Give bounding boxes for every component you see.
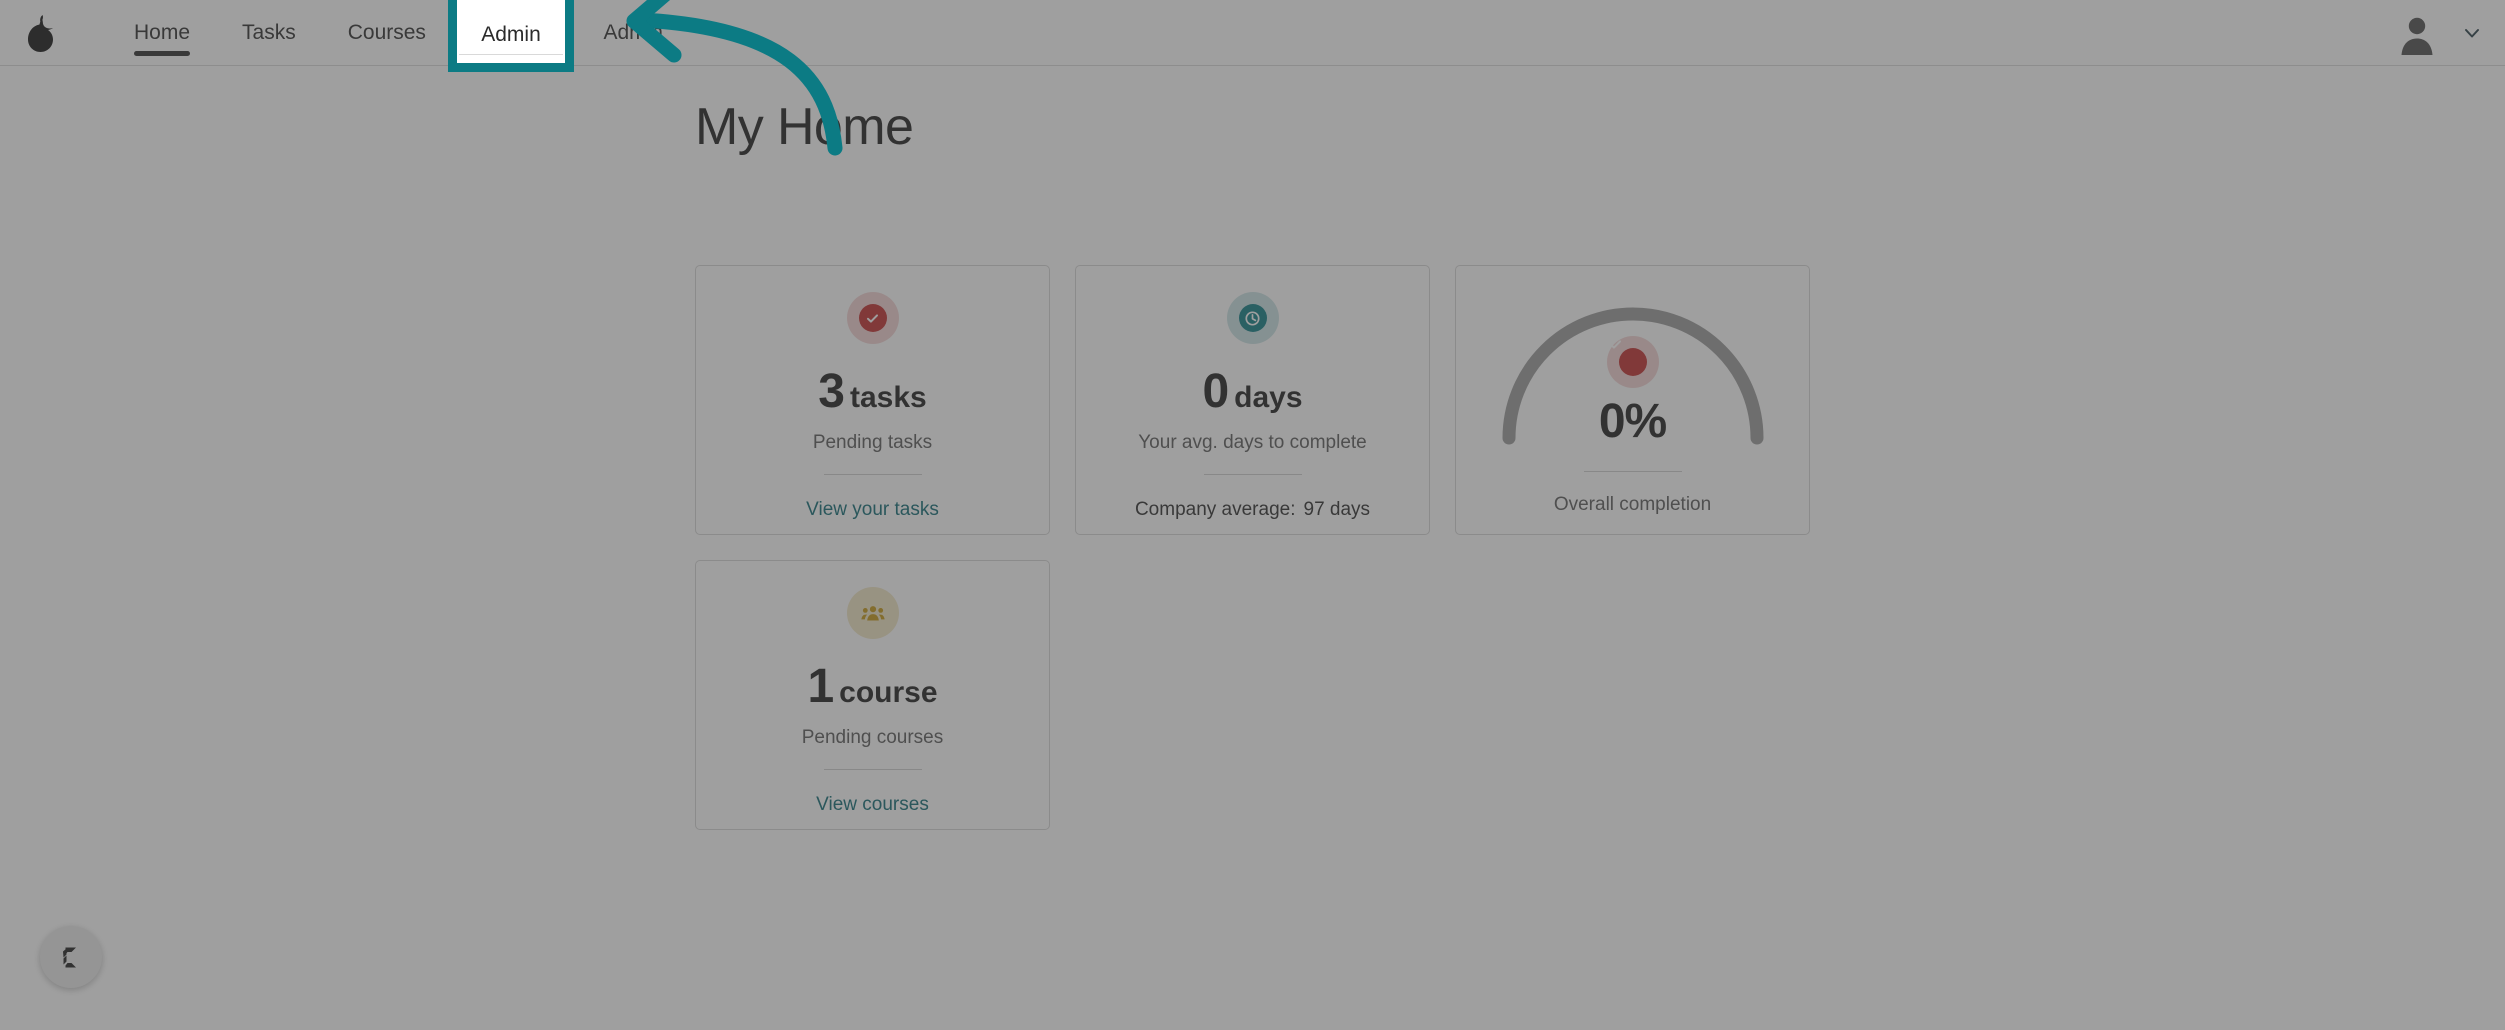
card-pending-courses[interactable]: 1 course Pending courses View courses (695, 560, 1050, 830)
stat-value-row: 3 tasks (818, 368, 926, 416)
check-circle-icon (1606, 336, 1659, 388)
view-your-tasks-link[interactable]: View your tasks (806, 499, 939, 521)
completion-gauge: 0% (1473, 288, 1793, 463)
nav-item-courses[interactable]: Courses (322, 0, 452, 46)
nav-item-admin[interactable]: Admin (577, 0, 689, 46)
chevron-down-icon[interactable] (2461, 22, 2483, 44)
company-average-row: Company average: 97 days (1135, 499, 1370, 521)
highlighted-nav-item-label: Admin (481, 23, 541, 46)
nav-item-label: Admin (603, 21, 663, 44)
pear-logo-icon[interactable] (18, 8, 68, 58)
card-overall-completion[interactable]: 0% Overall completion (1455, 265, 1810, 535)
card-subtitle: Pending courses (801, 727, 944, 748)
page-title: My Home (695, 98, 914, 156)
stat-number: 3 (818, 365, 845, 418)
stat-number: 1 (807, 660, 834, 713)
user-menu[interactable] (2395, 8, 2483, 58)
stat-unit: course (839, 676, 938, 709)
stat-value-row: 0 days (1202, 368, 1302, 416)
stat-unit: tasks (849, 381, 927, 414)
card-avg-days[interactable]: 0 days Your avg. days to complete Compan… (1075, 265, 1430, 535)
card-subtitle: Overall completion (1553, 494, 1712, 515)
nav-item-label: Home (134, 21, 191, 44)
chat-c-logo-icon[interactable] (40, 926, 102, 988)
stat-value-row: 1 course (807, 663, 937, 711)
company-average-label: Company average: (1134, 499, 1296, 520)
gauge-percent-value: 0% (1598, 395, 1667, 448)
view-courses-link[interactable]: View courses (816, 794, 929, 816)
nav-item-label: Courses (347, 21, 426, 44)
card-subtitle: Pending tasks (812, 432, 933, 453)
card-subtitle: Your avg. days to complete (1138, 432, 1367, 453)
card-divider (823, 474, 922, 475)
nav-item-tasks[interactable]: Tasks (216, 0, 322, 46)
walkthrough-highlight-admin[interactable]: Admin (448, 0, 574, 72)
nav-item-home[interactable]: Home (108, 0, 216, 56)
card-divider (823, 769, 922, 770)
dashboard-card-grid: 3 tasks Pending tasks View your tasks 0 … (695, 265, 1815, 830)
active-tab-underline (134, 51, 191, 56)
card-pending-tasks[interactable]: 3 tasks Pending tasks View your tasks (695, 265, 1050, 535)
top-navigation-bar: Home Tasks Courses Reports Admin (0, 0, 2505, 66)
stat-unit: days (1234, 381, 1303, 414)
nav-item-list: Home Tasks Courses Reports Admin (108, 0, 689, 65)
card-divider (1583, 471, 1682, 472)
clock-icon (1226, 292, 1279, 344)
nav-item-label: Tasks (242, 21, 296, 44)
user-avatar-icon[interactable] (2395, 11, 2439, 55)
card-divider (1203, 474, 1302, 475)
company-average-value: 97 days (1303, 499, 1371, 520)
highlight-inner-rule (459, 54, 563, 55)
app-page: Home Tasks Courses Reports Admin (0, 0, 2505, 1030)
check-circle-icon (846, 292, 899, 344)
stat-number: 0 (1202, 365, 1229, 418)
people-group-icon (846, 587, 899, 639)
